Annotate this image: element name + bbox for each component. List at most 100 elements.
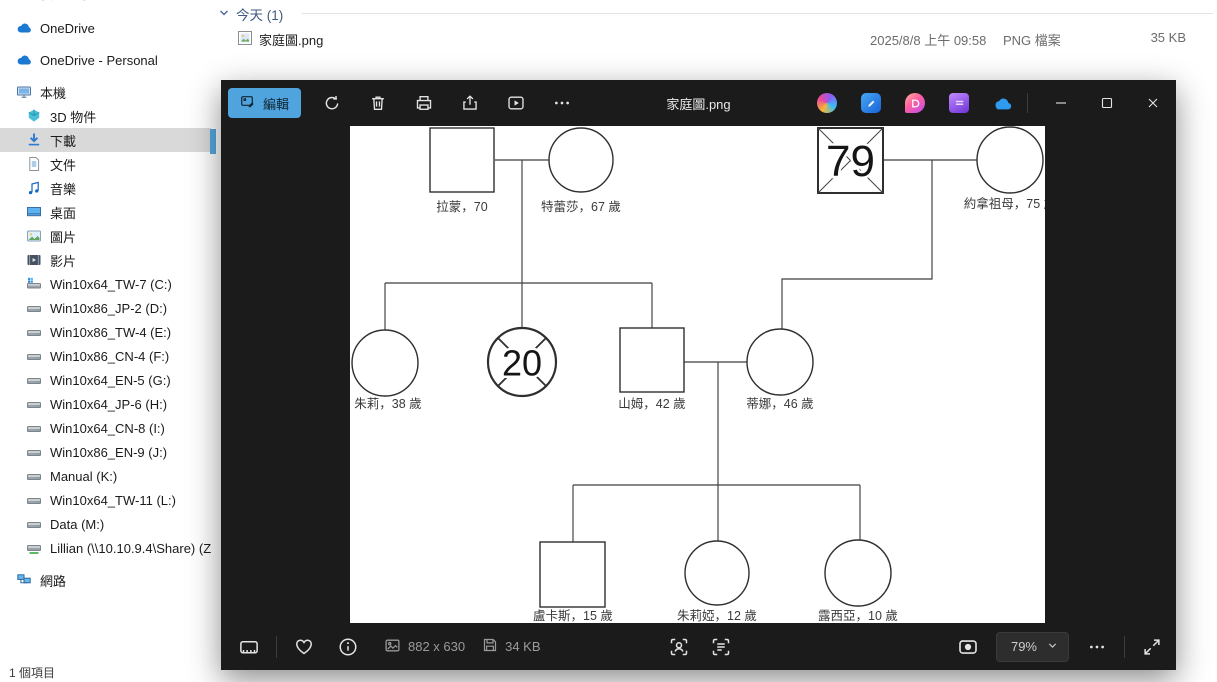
image-editor-icon[interactable] <box>861 93 881 113</box>
genogram-node-sam <box>619 327 685 393</box>
network-icon <box>16 572 32 588</box>
image-canvas[interactable]: 拉蒙，70 特蕾莎，67 歲 79 約拿祖母，75 歲朱莉，38 歲 20 山姆，42 歲… <box>350 126 1045 623</box>
file-row[interactable]: 家庭圖.png 2025/8/8 上午 09:58 PNG 檔案 35 KB <box>221 28 1217 49</box>
sidebar-scrollbar-thumb[interactable] <box>210 129 216 154</box>
sidebar-item-label: Data (M:) <box>50 516 105 532</box>
sidebar-item-label: 文件 <box>50 157 77 173</box>
rotate-button[interactable] <box>317 88 347 118</box>
zoom-level-dropdown[interactable]: 79% <box>995 631 1069 662</box>
sidebar-item[interactable]: Win10x86_JP-2 (D:) <box>0 296 211 320</box>
clipchamp-icon[interactable] <box>949 93 969 113</box>
sidebar-item-label: Win10x86_TW-4 (E:) <box>50 324 172 340</box>
sidebar-item[interactable]: Win10x64_EN-5 (G:) <box>0 368 211 392</box>
maximize-button[interactable] <box>1084 80 1130 126</box>
sidebar-item[interactable]: 影片 <box>0 248 211 272</box>
share-button[interactable] <box>455 88 485 118</box>
sidebar-item[interactable]: 圖片 <box>0 224 211 248</box>
sidebar-item[interactable]: 文件 <box>0 152 211 176</box>
sidebar-item-label: 本機 <box>40 85 67 101</box>
sidebar-item[interactable]: 網路 <box>0 568 211 592</box>
drive-icon <box>26 396 42 412</box>
genogram-age-value: 20 <box>502 343 542 384</box>
fit-to-window-button[interactable] <box>954 633 982 661</box>
window-title: 家庭圖.png <box>666 96 731 112</box>
visual-search-button[interactable] <box>665 633 693 661</box>
music-icon <box>26 180 42 196</box>
more-options-button[interactable] <box>1083 633 1111 661</box>
filmstrip-button[interactable] <box>235 633 263 661</box>
drive-icon <box>26 324 42 340</box>
sidebar-item-label: OneDrive <box>40 20 95 36</box>
genogram-node-julia <box>684 540 750 606</box>
file-name: 家庭圖.png <box>259 33 324 48</box>
sidebar-item[interactable]: Win10x86_CN-4 (F:) <box>0 344 211 368</box>
sidebar-item[interactable]: 快速存取 <box>0 0 211 5</box>
titlebar-app-icons <box>817 80 1013 126</box>
print-button[interactable] <box>409 88 439 118</box>
drive-icon <box>26 492 42 508</box>
photos-toolbar: 編輯 <box>228 88 577 118</box>
delete-button[interactable] <box>363 88 393 118</box>
group-header[interactable]: 今天 (1) <box>218 4 283 24</box>
dimensions-icon <box>384 637 401 657</box>
sidebar-item-label: 音樂 <box>50 181 77 197</box>
filesize-group: 34 KB <box>482 637 541 656</box>
minimize-button[interactable] <box>1038 80 1084 126</box>
more-options-button[interactable] <box>547 88 577 118</box>
text-extract-button[interactable] <box>707 633 735 661</box>
group-header-label: 今天 (1) <box>236 8 284 23</box>
sidebar-item-label: 圖片 <box>50 229 77 245</box>
sidebar-item[interactable]: 音樂 <box>0 176 211 200</box>
network-drive-icon <box>26 540 42 556</box>
sidebar-item-label: Win10x64_TW-7 (C:) <box>50 276 172 292</box>
genogram-node-label: 山姆，42 歲 <box>618 397 685 411</box>
sidebar-item[interactable]: OneDrive - Personal <box>0 48 211 72</box>
close-button[interactable] <box>1130 80 1176 126</box>
dimensions-group: 882 x 630 <box>384 637 465 657</box>
designer-icon[interactable] <box>905 93 925 113</box>
drive-icon <box>26 468 42 484</box>
sidebar-item[interactable]: Win10x64_JP-6 (H:) <box>0 392 211 416</box>
sidebar-item[interactable]: 3D 物件 <box>0 104 211 128</box>
videos-icon <box>26 252 42 268</box>
explorer-sidebar: 快速存取 OneDrive OneDrive - Personal 本機 3D 物件下載… <box>0 0 211 660</box>
genogram-age-value: 79 <box>826 137 875 186</box>
sidebar-item[interactable]: Lillian (\\10.10.9.4\Share) (Z:) <box>0 536 211 560</box>
pictures-icon <box>26 228 42 244</box>
group-divider <box>302 13 1213 14</box>
photos-window: 編輯 家庭圖.png 拉蒙，70 特蕾莎，67 歲 79 約拿祖母，75 朱莉，… <box>221 80 1176 670</box>
sidebar-item[interactable]: Win10x86_TW-4 (E:) <box>0 320 211 344</box>
sidebar-item[interactable]: Win10x64_CN-8 (I:) <box>0 416 211 440</box>
sidebar-item-label: Win10x64_CN-8 (I:) <box>50 420 165 436</box>
sidebar-item-label: Win10x86_CN-4 (F:) <box>50 348 170 364</box>
favorite-heart-button[interactable] <box>290 633 318 661</box>
sidebar-item[interactable]: Win10x64_TW-7 (C:) <box>0 272 211 296</box>
drive-icon <box>26 420 42 436</box>
genogram-node-ramon <box>429 127 495 193</box>
sidebar-item-label: Win10x86_JP-2 (D:) <box>50 300 168 316</box>
sidebar-item-label: Lillian (\\10.10.9.4\Share) (Z:) <box>50 540 211 556</box>
sidebar-item-label: 快速存取 <box>40 0 92 3</box>
edit-button[interactable]: 編輯 <box>228 88 302 118</box>
sidebar-item[interactable]: OneDrive <box>0 16 211 40</box>
fullscreen-button[interactable] <box>1138 633 1166 661</box>
drive-icon <box>26 348 42 364</box>
sidebar-item[interactable]: Win10x64_TW-11 (L:) <box>0 488 211 512</box>
info-button[interactable] <box>334 633 362 661</box>
file-type: PNG 檔案 <box>1003 33 1061 48</box>
drive-icon <box>26 444 42 460</box>
slideshow-button[interactable] <box>501 88 531 118</box>
star-icon <box>16 0 32 1</box>
copilot-icon[interactable] <box>817 93 837 113</box>
sidebar-item[interactable]: 本機 <box>0 80 211 104</box>
sidebar-item-label: 下載 <box>50 133 77 149</box>
sidebar-item[interactable]: Win10x86_EN-9 (J:) <box>0 440 211 464</box>
image-file-icon <box>237 30 253 46</box>
sidebar-item[interactable]: 桌面 <box>0 200 211 224</box>
sidebar-item[interactable]: Data (M:) <box>0 512 211 536</box>
sidebar-item[interactable]: 下載 <box>0 128 211 152</box>
sidebar-item[interactable]: Manual (K:) <box>0 464 211 488</box>
onedrive-icon[interactable] <box>993 93 1013 113</box>
edit-image-icon <box>240 94 256 113</box>
file-size: 35 KB <box>1150 30 1186 45</box>
